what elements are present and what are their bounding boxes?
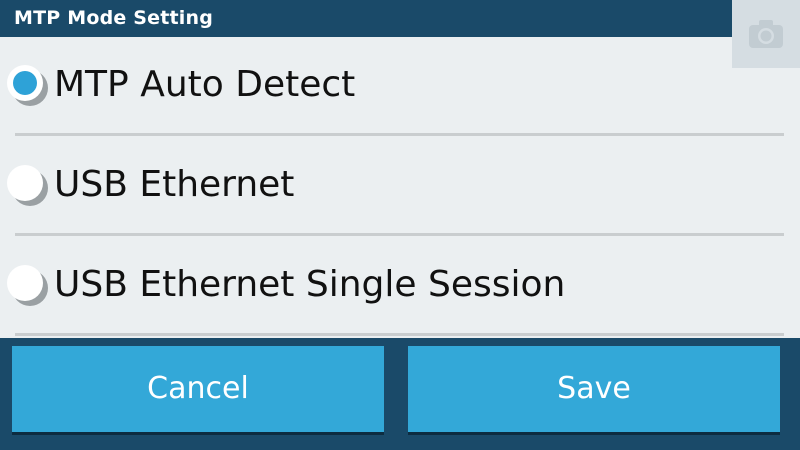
cancel-button[interactable]: Cancel [12,346,384,432]
divider [15,133,784,136]
radio-button-selected[interactable] [7,65,48,106]
divider [15,333,784,336]
radio-disc [7,165,43,201]
radio-disc [7,265,43,301]
option-label: USB Ethernet Single Session [54,264,566,305]
radio-button-unselected[interactable] [7,165,48,206]
option-mtp-auto-detect[interactable]: MTP Auto Detect [0,37,800,137]
divider [15,233,784,236]
radio-selected-dot [13,71,37,95]
mtp-mode-options: MTP Auto Detect USB Ethernet USB Etherne… [0,37,800,338]
option-usb-ethernet-single-session[interactable]: USB Ethernet Single Session [0,237,800,337]
option-usb-ethernet[interactable]: USB Ethernet [0,137,800,237]
radio-button-unselected[interactable] [7,265,48,306]
mtp-mode-setting-screen: MTP Mode Setting MTP Auto Detect USB Eth… [0,0,800,450]
page-title: MTP Mode Setting [14,7,214,29]
option-label: USB Ethernet [54,164,295,205]
option-label: MTP Auto Detect [54,64,356,105]
title-bar: MTP Mode Setting [0,0,800,37]
save-button[interactable]: Save [408,346,780,432]
